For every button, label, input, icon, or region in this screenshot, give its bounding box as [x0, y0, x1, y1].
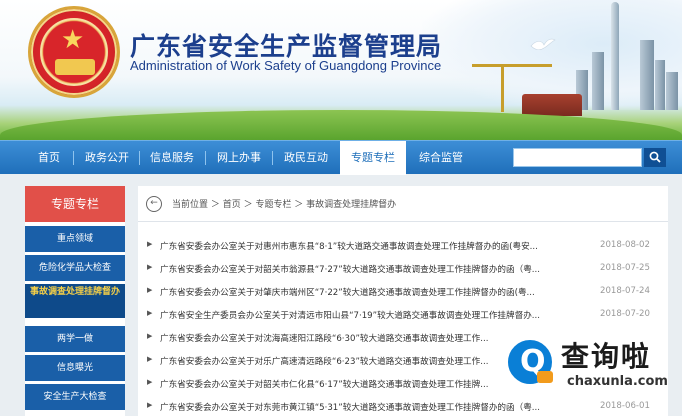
nav-interaction[interactable]: 政民互动: [275, 141, 337, 175]
watermark-url: chaxunla.com: [567, 374, 668, 389]
bullet-arrow-icon: ▶: [147, 286, 153, 294]
search-button[interactable]: [644, 148, 666, 167]
nav-divider: [272, 151, 273, 165]
article-date: 2018-07-20: [600, 309, 650, 319]
nav-info-service[interactable]: 信息服务: [142, 141, 202, 175]
red-building: [522, 94, 582, 116]
list-item[interactable]: ▶ 广东省安委会办公室关于对惠州市惠东县“8·1”较大道路交通事故调查处理工作挂…: [138, 235, 668, 257]
nav-gov-affairs[interactable]: 政务公开: [76, 141, 138, 175]
sidebar-heading: 专题专栏: [25, 186, 125, 222]
bullet-arrow-icon: ▶: [147, 332, 153, 340]
nav-divider: [73, 151, 74, 165]
skyscraper: [640, 40, 654, 110]
breadcrumb: ← 当前位置 ＞ 首页 ＞ 专题专栏 ＞ 事故调查处理挂牌督办: [138, 186, 668, 222]
nav-divider: [139, 151, 140, 165]
article-title[interactable]: 广东省安委会办公室关于对肇庆市端州区“7·22”较大道路交通事故调查处理工作挂牌…: [160, 286, 570, 298]
article-date: 2018-07-24: [600, 286, 650, 296]
article-title[interactable]: 广东省安委会办公室关于对韶关市翁源县“7·27”较大道路交通事故调查处理工作挂牌…: [160, 263, 570, 275]
bullet-arrow-icon: ▶: [147, 309, 153, 317]
dove-icon: [530, 38, 556, 51]
search-input[interactable]: [513, 148, 642, 167]
watermark-text: 查询啦: [561, 340, 652, 373]
list-item[interactable]: ▶ 广东省安委会办公室关于对韶关市翁源县“7·27”较大道路交通事故调查处理工作…: [138, 258, 668, 280]
sidebar-item-accident-supervision[interactable]: 事故调查处理挂牌督办: [25, 284, 125, 318]
nav-divider: [205, 151, 206, 165]
nav-online-service[interactable]: 网上办事: [208, 141, 270, 175]
crane-mast: [501, 64, 504, 112]
bullet-arrow-icon: ▶: [147, 240, 153, 248]
sidebar-item-chemicals[interactable]: 危险化学品大检查: [25, 255, 125, 281]
emblem-logo: ★: [28, 6, 120, 98]
bullet-arrow-icon: ▶: [147, 263, 153, 271]
sidebar-item-inspection[interactable]: 安全生产大检查: [25, 384, 125, 410]
nav-home[interactable]: 首页: [26, 141, 72, 175]
bullet-arrow-icon: ▶: [147, 355, 153, 363]
sidebar-item-study[interactable]: 两学一做: [25, 326, 125, 352]
emblem-base: [55, 59, 95, 75]
article-title[interactable]: 广东省安全生产委员会办公室关于对清远市阳山县“7·19”较大道路交通事故调查处理…: [160, 309, 570, 321]
sidebar-item-key-areas[interactable]: 重点领域: [25, 226, 125, 252]
article-date: 2018-07-25: [600, 263, 650, 273]
watermark-bubble: [537, 371, 553, 383]
skyscraper: [666, 72, 678, 110]
breadcrumb-text: 当前位置 ＞ 首页 ＞ 专题专栏 ＞ 事故调查处理挂牌督办: [172, 200, 397, 210]
main-nav: 首页 政务公开 信息服务 网上办事 政民互动 专题专栏 综合监管: [0, 140, 682, 175]
article-date: 2018-08-02: [600, 240, 650, 250]
list-item[interactable]: ▶ 广东省安全生产委员会办公室关于对清远市阳山县“7·19”较大道路交通事故调查…: [138, 304, 668, 326]
nav-special-topics[interactable]: 专题专栏: [340, 141, 406, 175]
watermark-logo: Q 查询啦 chaxunla.com: [505, 327, 681, 397]
list-item[interactable]: ▶ 广东省安委会办公室关于对东莞市黄江镇“5·31”较大道路交通事故调查处理工作…: [138, 396, 668, 416]
skyscraper: [655, 60, 665, 110]
list-item[interactable]: ▶ 广东省安委会办公室关于对肇庆市端州区“7·22”较大道路交通事故调查处理工作…: [138, 281, 668, 303]
article-title[interactable]: 广东省安委会办公室关于对东莞市黄江镇“5·31”较大道路交通事故调查处理工作挂牌…: [160, 401, 570, 413]
article-date: 2018-06-01: [600, 401, 650, 411]
search-icon: [649, 151, 661, 163]
article-title[interactable]: 广东省安委会办公室关于对惠州市惠东县“8·1”较大道路交通事故调查处理工作挂牌督…: [160, 240, 570, 252]
bullet-arrow-icon: ▶: [147, 401, 153, 409]
crane-arm: [472, 64, 552, 67]
tv-tower: [611, 2, 619, 110]
header-banner: ★ 广东省安全生产监督管理局 Administration of Work Sa…: [0, 0, 682, 140]
sidebar-item-exposure[interactable]: 信息曝光: [25, 355, 125, 381]
sidebar: 专题专栏 重点领域 危险化学品大检查 事故调查处理挂牌督办 两学一做 信息曝光 …: [25, 186, 125, 416]
star-icon: ★: [61, 25, 85, 55]
nav-supervision[interactable]: 综合监管: [410, 141, 472, 175]
site-subtitle: Administration of Work Safety of Guangdo…: [130, 58, 442, 73]
back-arrow-icon[interactable]: ←: [146, 196, 162, 212]
bullet-arrow-icon: ▶: [147, 378, 153, 386]
skyscraper: [592, 52, 604, 110]
